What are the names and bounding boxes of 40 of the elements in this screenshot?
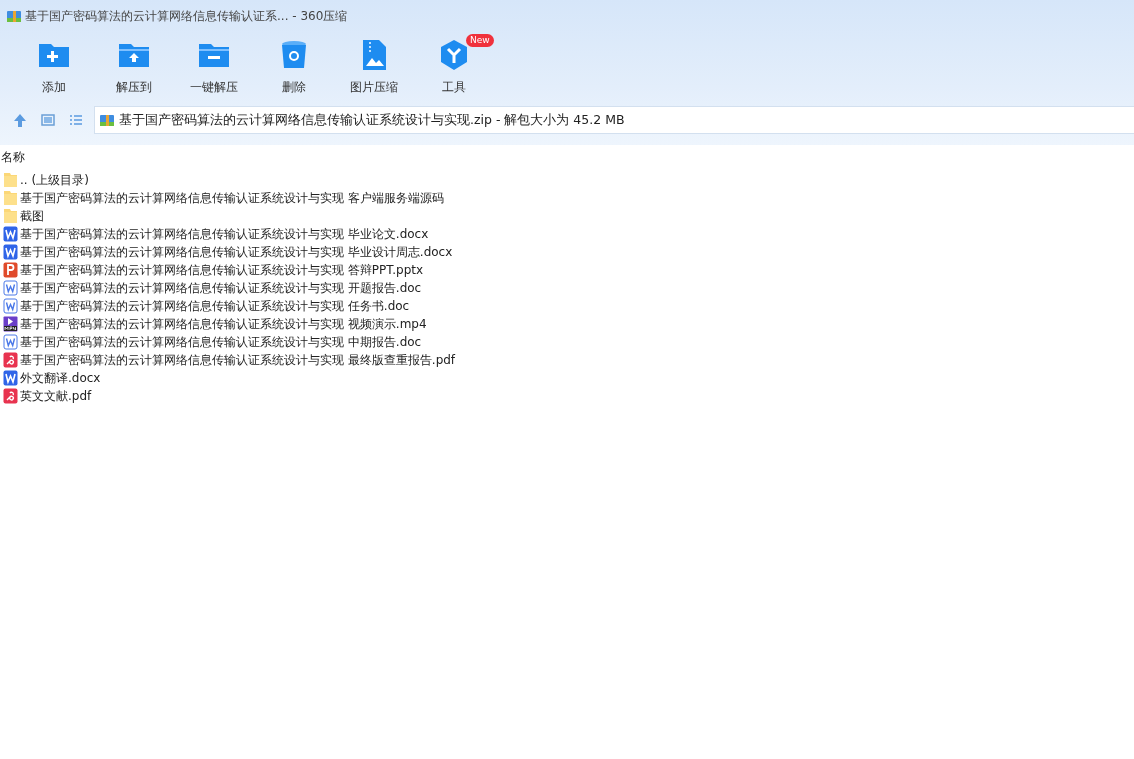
word-document-icon (3, 226, 18, 242)
folder-icon (3, 172, 18, 188)
list-view-icon[interactable] (68, 112, 84, 128)
file-name[interactable]: 基于国产密码算法的云计算网络信息传输认证系统设计与实现 答辩PPT.pptx (20, 261, 424, 279)
file-name[interactable]: 基于国产密码算法的云计算网络信息传输认证系统设计与实现 中期报告.doc (20, 333, 422, 351)
file-name[interactable]: 截图 (20, 207, 44, 225)
folder-icon (3, 190, 18, 206)
word-document-icon (3, 370, 18, 386)
toolbar-button[interactable]: 添加 (14, 38, 94, 96)
video-file-icon (3, 316, 18, 332)
archive-icon (6, 8, 22, 24)
file-name[interactable]: 基于国产密码算法的云计算网络信息传输认证系统设计与实现 客户端服务端源码 (20, 189, 444, 207)
pdf-file-icon (3, 388, 18, 404)
toolbar-button[interactable]: 一键解压 (174, 38, 254, 96)
column-header[interactable]: 名称 (1, 150, 25, 164)
file-name[interactable]: 英文文献.pdf (20, 387, 92, 405)
file-name[interactable]: 基于国产密码算法的云计算网络信息传输认证系统设计与实现 毕业论文.docx (20, 225, 429, 243)
file-name[interactable]: 基于国产密码算法的云计算网络信息传输认证系统设计与实现 最终版查重报告.pdf (20, 351, 456, 369)
word-document-icon (3, 334, 18, 350)
word-document-icon (3, 244, 18, 260)
path-field[interactable]: 基于国产密码算法的云计算网络信息传输认证系统设计与实现.zip - 解包大小为 45.2 MB (94, 106, 1134, 134)
presentation-icon (3, 262, 18, 278)
new-badge: New (466, 34, 494, 47)
file-name[interactable]: 基于国产密码算法的云计算网络信息传输认证系统设计与实现 开题报告.doc (20, 279, 422, 297)
folder-icon (3, 208, 18, 224)
toolbar-button[interactable]: 删除 (254, 38, 334, 96)
window-title: 基于国产密码算法的云计算网络信息传输认证系... - 360压缩 (25, 8, 348, 25)
file-name[interactable]: .. (上级目录) (20, 171, 89, 189)
thumbnail-view-icon[interactable] (40, 112, 56, 128)
archive-icon (99, 112, 115, 128)
file-name[interactable]: 基于国产密码算法的云计算网络信息传输认证系统设计与实现 视频演示.mp4 (20, 315, 427, 333)
word-document-icon (3, 298, 18, 314)
toolbar-button[interactable]: 解压到 (94, 38, 174, 96)
file-name[interactable]: 基于国产密码算法的云计算网络信息传输认证系统设计与实现 毕业设计周志.docx (20, 243, 453, 261)
up-arrow-icon[interactable] (12, 112, 28, 128)
word-document-icon (3, 280, 18, 296)
file-name[interactable]: 外文翻译.docx (20, 369, 101, 387)
pdf-file-icon (3, 352, 18, 368)
file-name[interactable]: 基于国产密码算法的云计算网络信息传输认证系统设计与实现 任务书.doc (20, 297, 410, 315)
toolbar-button[interactable]: 图片压缩 (334, 38, 414, 96)
